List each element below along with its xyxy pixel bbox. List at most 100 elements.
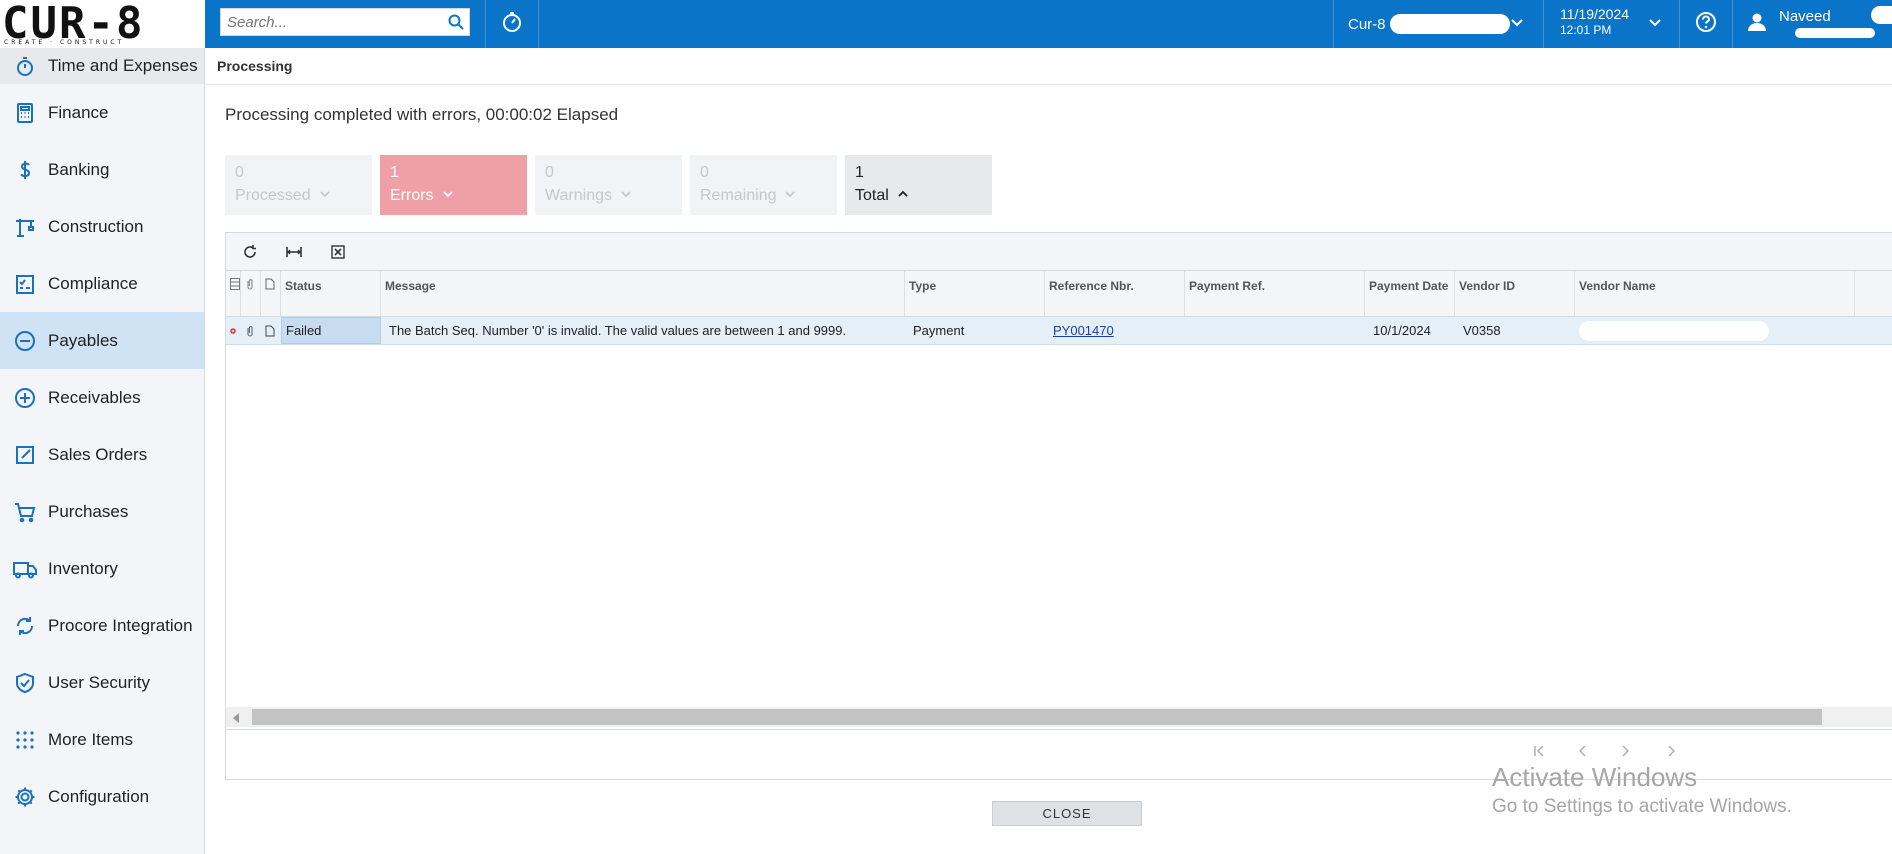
horizontal-scrollbar[interactable]: [226, 707, 1892, 727]
row-note-cell[interactable]: [261, 317, 281, 344]
sidebar-item-construction[interactable]: Construction: [0, 198, 204, 255]
sidebar-item-label: Inventory: [48, 558, 118, 578]
processed-label: Processed: [235, 187, 311, 204]
grid-toolbar: [226, 233, 1892, 271]
errors-tile[interactable]: 1 Errors: [380, 155, 527, 215]
column-header-type[interactable]: Type: [905, 271, 1045, 316]
pencil-square-icon: [12, 442, 38, 468]
sidebar-item-user-security[interactable]: User Security: [0, 654, 204, 711]
sidebar-item-payables[interactable]: Payables: [0, 312, 204, 369]
column-header-payment-date[interactable]: Payment Date: [1365, 271, 1455, 316]
errors-label: Errors: [390, 187, 434, 204]
error-icon: [226, 317, 241, 344]
company-logo[interactable]: CUR-8 CREATE · CONSTRUCT: [0, 0, 205, 48]
sidebar-item-purchases[interactable]: Purchases: [0, 483, 204, 540]
warnings-count: 0: [545, 164, 554, 181]
sidebar-item-label: Procore Integration: [48, 615, 193, 635]
shield-icon: [12, 670, 38, 696]
column-header-reference-nbr[interactable]: Reference Nbr.: [1045, 271, 1185, 316]
export-excel-button[interactable]: [326, 240, 350, 264]
sidebar-item-more-items[interactable]: More Items: [0, 711, 204, 768]
gear-icon: [12, 784, 38, 810]
user-icon: [1747, 12, 1767, 37]
warnings-label: Warnings: [545, 187, 612, 204]
note-icon: [265, 325, 275, 336]
search-icon[interactable]: [443, 9, 469, 35]
sidebar-item-label: Finance: [48, 102, 109, 122]
sidebar-item-label: Configuration: [48, 786, 150, 806]
sidebar-item-banking[interactable]: Banking: [0, 141, 204, 198]
excel-icon: [331, 244, 345, 259]
company-selector[interactable]: Cur-8: [1334, 0, 1542, 48]
refresh-button[interactable]: [238, 240, 262, 264]
help-icon: [1695, 11, 1717, 38]
chevron-down-icon: [319, 183, 331, 209]
cell-type: Payment: [913, 323, 965, 338]
sidebar-item-compliance[interactable]: Compliance: [0, 255, 204, 312]
sidebar-item-time-and-expenses[interactable]: Time and Expenses: [0, 48, 204, 84]
fit-columns-button[interactable]: [282, 240, 306, 264]
table-row[interactable]: Failed The Batch Seq. Number '0' is inva…: [226, 317, 1892, 345]
sidebar-item-label: Compliance: [48, 273, 138, 293]
truck-icon: [12, 556, 38, 582]
paperclip-icon: [247, 279, 253, 290]
column-header-vendor-id[interactable]: Vendor ID: [1455, 271, 1575, 316]
results-grid: Status Message Type Reference Nbr. Payme…: [225, 232, 1892, 780]
sidebar-item-label: Sales Orders: [48, 444, 148, 464]
refresh-icon: [244, 244, 256, 258]
row-attachment-cell[interactable]: [241, 317, 261, 344]
sidebar-item-label: Banking: [48, 159, 110, 179]
grid-header: Status Message Type Reference Nbr. Payme…: [226, 271, 1892, 317]
search-input[interactable]: [221, 9, 443, 35]
business-date-selector[interactable]: 11/19/2024 12:01 PM: [1544, 0, 1678, 48]
crane-icon: [12, 214, 38, 240]
attachment-header: [241, 271, 261, 316]
remaining-label: Remaining: [700, 187, 777, 204]
divider: [206, 84, 1892, 85]
sidebar-item-label: User Security: [48, 672, 151, 692]
search-box: [220, 8, 470, 36]
redacted-block: [1795, 28, 1875, 38]
column-header-status[interactable]: Status: [281, 271, 381, 316]
help-button[interactable]: [1680, 0, 1732, 48]
column-header-vendor-name[interactable]: Vendor Name: [1575, 271, 1855, 316]
stopwatch-icon: [12, 53, 38, 79]
grid-settings-icon: [230, 278, 240, 290]
close-button[interactable]: CLOSE: [992, 801, 1142, 826]
total-tile[interactable]: 1 Total: [845, 155, 992, 215]
scroll-left-icon[interactable]: [232, 711, 240, 729]
company-name: Cur-8: [1348, 15, 1386, 33]
recent-history-button[interactable]: [486, 0, 538, 48]
total-label: Total: [855, 187, 889, 204]
column-header-message[interactable]: Message: [381, 271, 905, 316]
remaining-tile[interactable]: 0 Remaining: [690, 155, 837, 215]
fit-width-icon: [286, 246, 302, 257]
row-selector-header[interactable]: [226, 271, 241, 316]
sidebar-item-label: Construction: [48, 216, 144, 236]
column-header-payment-ref[interactable]: Payment Ref.: [1185, 271, 1365, 316]
sidebar-item-label: Time and Expenses: [48, 56, 198, 75]
sidebar-item-receivables[interactable]: Receivables: [0, 369, 204, 426]
sidebar-item-configuration[interactable]: Configuration: [0, 768, 204, 825]
calculator-icon: [12, 100, 38, 126]
user-menu[interactable]: Naveed: [1733, 0, 1892, 48]
reference-nbr-link[interactable]: PY001470: [1053, 323, 1114, 338]
cell-reference-nbr: PY001470: [1045, 317, 1185, 344]
chevron-down-icon: [1648, 16, 1662, 35]
total-count: 1: [855, 164, 864, 181]
sidebar-item-finance[interactable]: Finance: [0, 84, 204, 141]
errors-count: 1: [390, 164, 399, 181]
top-bar: CUR-8 CREATE · CONSTRUCT Cur-8 11/19/202…: [0, 0, 1892, 48]
processed-tile[interactable]: 0 Processed: [225, 155, 372, 215]
sidebar-item-procore-integration[interactable]: Procore Integration: [0, 597, 204, 654]
note-header: [261, 271, 281, 316]
sidebar-item-sales-orders[interactable]: Sales Orders: [0, 426, 204, 483]
activate-windows-watermark: Activate Windows Go to Settings to activ…: [1492, 760, 1792, 820]
watermark-title: Activate Windows: [1492, 762, 1698, 792]
processing-status-text: Processing completed with errors, 00:00:…: [225, 105, 619, 124]
warnings-tile[interactable]: 0 Warnings: [535, 155, 682, 215]
sidebar-item-inventory[interactable]: Inventory: [0, 540, 204, 597]
cell-status[interactable]: Failed: [281, 317, 381, 344]
scrollbar-thumb[interactable]: [252, 709, 1822, 725]
redacted-block: [1871, 6, 1892, 24]
